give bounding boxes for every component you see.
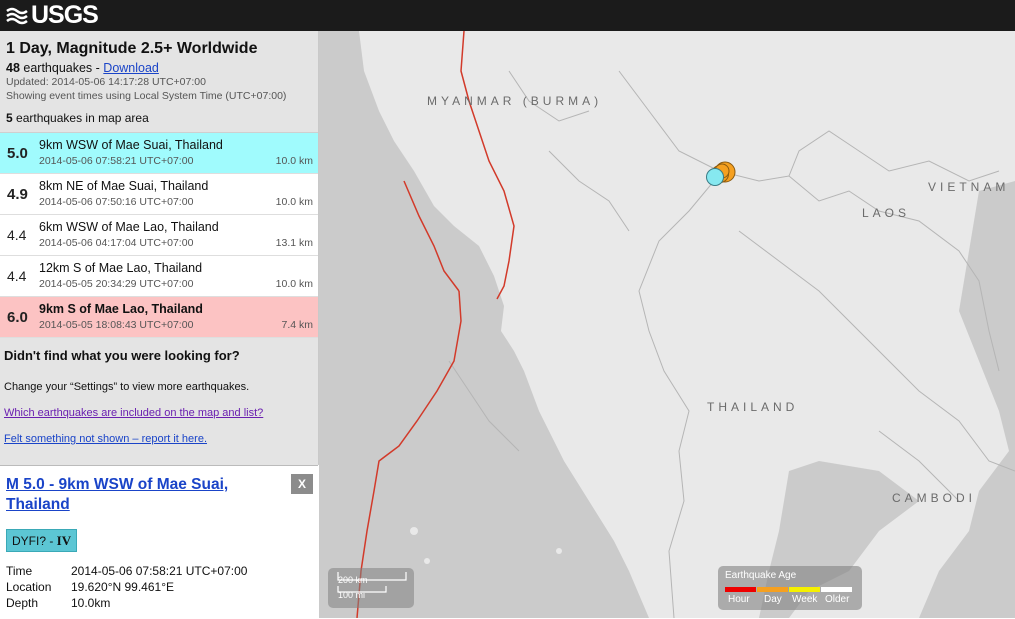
earthquake-count-line: 48 earthquakes - Download — [6, 61, 312, 75]
event-detail-panel: M 5.0 - 9km WSW of Mae Suai, Thailand X … — [0, 465, 318, 619]
logo-text: USGS — [31, 1, 99, 29]
earthquake-list-item[interactable]: 4.9 8km NE of Mae Suai, Thailand 2014-05… — [0, 174, 318, 215]
island — [424, 558, 430, 564]
scale-km: 200 km — [338, 575, 368, 585]
close-button[interactable]: X — [291, 474, 313, 494]
map-count-number: 5 — [6, 111, 13, 125]
location-value: 19.620°N 99.461°E — [71, 580, 175, 594]
legend-label-hour: Hour — [728, 594, 750, 605]
event-time: 2014-05-05 20:34:29 UTC+07:00 — [39, 278, 194, 290]
sea-area — [319, 31, 649, 618]
depth-row: Depth 10.0km — [4, 595, 249, 611]
earthquake-list-item[interactable]: 6.0 9km S of Mae Lao, Thailand 2014-05-0… — [0, 297, 318, 338]
event-depth: 10.0 km — [275, 196, 313, 208]
depth-label: Depth — [6, 596, 39, 610]
event-depth: 10.0 km — [275, 155, 313, 167]
event-time: 2014-05-06 07:58:21 UTC+07:00 — [39, 155, 194, 167]
map-count-suffix: earthquakes in map area — [12, 111, 149, 125]
country-label-laos: LAOS — [862, 206, 911, 220]
location-label: Location — [6, 580, 52, 594]
earthquake-age-legend: Earthquake Age Hour Day Week Older — [718, 566, 862, 610]
island — [556, 548, 562, 554]
event-place: 6km WSW of Mae Lao, Thailand — [39, 220, 219, 234]
event-title-link[interactable]: M 5.0 - 9km WSW of Mae Suai, Thailand — [6, 475, 256, 515]
updated-time: Updated: 2014-05-06 14:17:28 UTC+07:00 — [6, 76, 206, 88]
legend-swatch-week — [789, 587, 820, 592]
map-basemap — [319, 31, 1015, 618]
event-time: 2014-05-06 04:17:04 UTC+07:00 — [39, 237, 194, 249]
map-area-count: 5 earthquakes in map area — [6, 111, 312, 125]
country-label-vietnam: VIETNAM — [928, 180, 1010, 194]
earthquake-list: 5.0 9km WSW of Mae Suai, Thailand 2014-0… — [0, 132, 318, 338]
scale-mi: 100 mi — [338, 590, 366, 600]
which-earthquakes-link[interactable]: Which earthquakes are included on the ma… — [4, 407, 314, 419]
location-row: Location 19.620°N 99.461°E — [4, 579, 249, 595]
island — [410, 527, 418, 535]
event-place: 8km NE of Mae Suai, Thailand — [39, 179, 209, 193]
earthquake-marker-selected[interactable] — [706, 168, 724, 186]
country-label-thailand: THAILAND — [707, 400, 799, 414]
earthquake-count-suffix: earthquakes - — [19, 61, 104, 75]
download-link[interactable]: Download — [103, 61, 159, 75]
depth-value: 10.0km — [71, 596, 111, 610]
event-place: 9km S of Mae Lao, Thailand — [39, 302, 203, 316]
country-label-myanmar: MYANMAR (BURMA) — [427, 94, 603, 108]
help-question: Didn't find what you were looking for? — [4, 348, 240, 363]
legend-swatch-day — [757, 587, 788, 592]
time-zone-note: Showing event times using Local System T… — [6, 90, 287, 102]
earthquake-list-item[interactable]: 5.0 9km WSW of Mae Suai, Thailand 2014-0… — [0, 133, 318, 174]
sidebar-header: 1 Day, Magnitude 2.5+ Worldwide 48 earth… — [0, 31, 318, 125]
event-time: 2014-05-06 07:50:16 UTC+07:00 — [39, 196, 194, 208]
map[interactable]: MYANMAR (BURMA) VIETNAM LAOS THAILAND CA… — [319, 31, 1015, 618]
event-time: 2014-05-05 18:08:43 UTC+07:00 — [39, 319, 194, 331]
event-depth: 7.4 km — [281, 319, 313, 331]
dyfi-label: DYFI? - — [12, 534, 57, 548]
legend-label-day: Day — [764, 594, 782, 605]
event-summary-table: Time 2014-05-06 07:58:21 UTC+07:00 Locati… — [4, 563, 249, 611]
magnitude: 6.0 — [7, 309, 28, 326]
event-depth: 13.1 km — [275, 237, 313, 249]
dyfi-button[interactable]: DYFI? - IV — [6, 529, 78, 552]
magnitude: 4.4 — [7, 227, 27, 243]
country-label-cambodia: CAMBODI — [892, 491, 977, 505]
usgs-logo[interactable]: USGS — [6, 1, 99, 29]
legend-swatch-hour — [725, 587, 756, 592]
legend-title: Earthquake Age — [725, 570, 797, 581]
scale-bar-lines — [337, 572, 407, 593]
legend-swatch-older — [821, 587, 852, 592]
dyfi-intensity: IV — [56, 533, 72, 548]
time-label: Time — [6, 564, 33, 578]
feed-title: 1 Day, Magnitude 2.5+ Worldwide — [6, 40, 258, 57]
sidebar: 1 Day, Magnitude 2.5+ Worldwide 48 earth… — [0, 31, 319, 465]
magnitude: 5.0 — [7, 145, 28, 162]
legend-label-week: Week — [792, 594, 818, 605]
magnitude: 4.9 — [7, 186, 28, 203]
event-depth: 10.0 km — [275, 278, 313, 290]
help-text: Change your “Settings” to view more eart… — [4, 381, 250, 393]
map-scale: 200 km 100 mi — [328, 568, 414, 608]
magnitude: 4.4 — [7, 268, 27, 284]
south-china-sea — [919, 181, 1015, 618]
earthquake-list-item[interactable]: 4.4 6km WSW of Mae Lao, Thailand 2014-05… — [0, 215, 318, 256]
legend-label-older: Older — [825, 594, 850, 605]
usgs-wave-icon — [6, 7, 28, 24]
help-section: Didn't find what you were looking for? C… — [0, 338, 318, 465]
time-value: 2014-05-06 07:58:21 UTC+07:00 — [71, 564, 248, 578]
top-bar: USGS — [0, 0, 1015, 31]
earthquake-list-item[interactable]: 4.4 12km S of Mae Lao, Thailand 2014-05-… — [0, 256, 318, 297]
event-place: 9km WSW of Mae Suai, Thailand — [39, 138, 223, 152]
earthquake-count: 48 — [6, 61, 20, 75]
report-earthquake-link[interactable]: Felt something not shown – report it her… — [4, 433, 314, 445]
event-place: 12km S of Mae Lao, Thailand — [39, 261, 203, 275]
time-row: Time 2014-05-06 07:58:21 UTC+07:00 — [4, 563, 249, 579]
